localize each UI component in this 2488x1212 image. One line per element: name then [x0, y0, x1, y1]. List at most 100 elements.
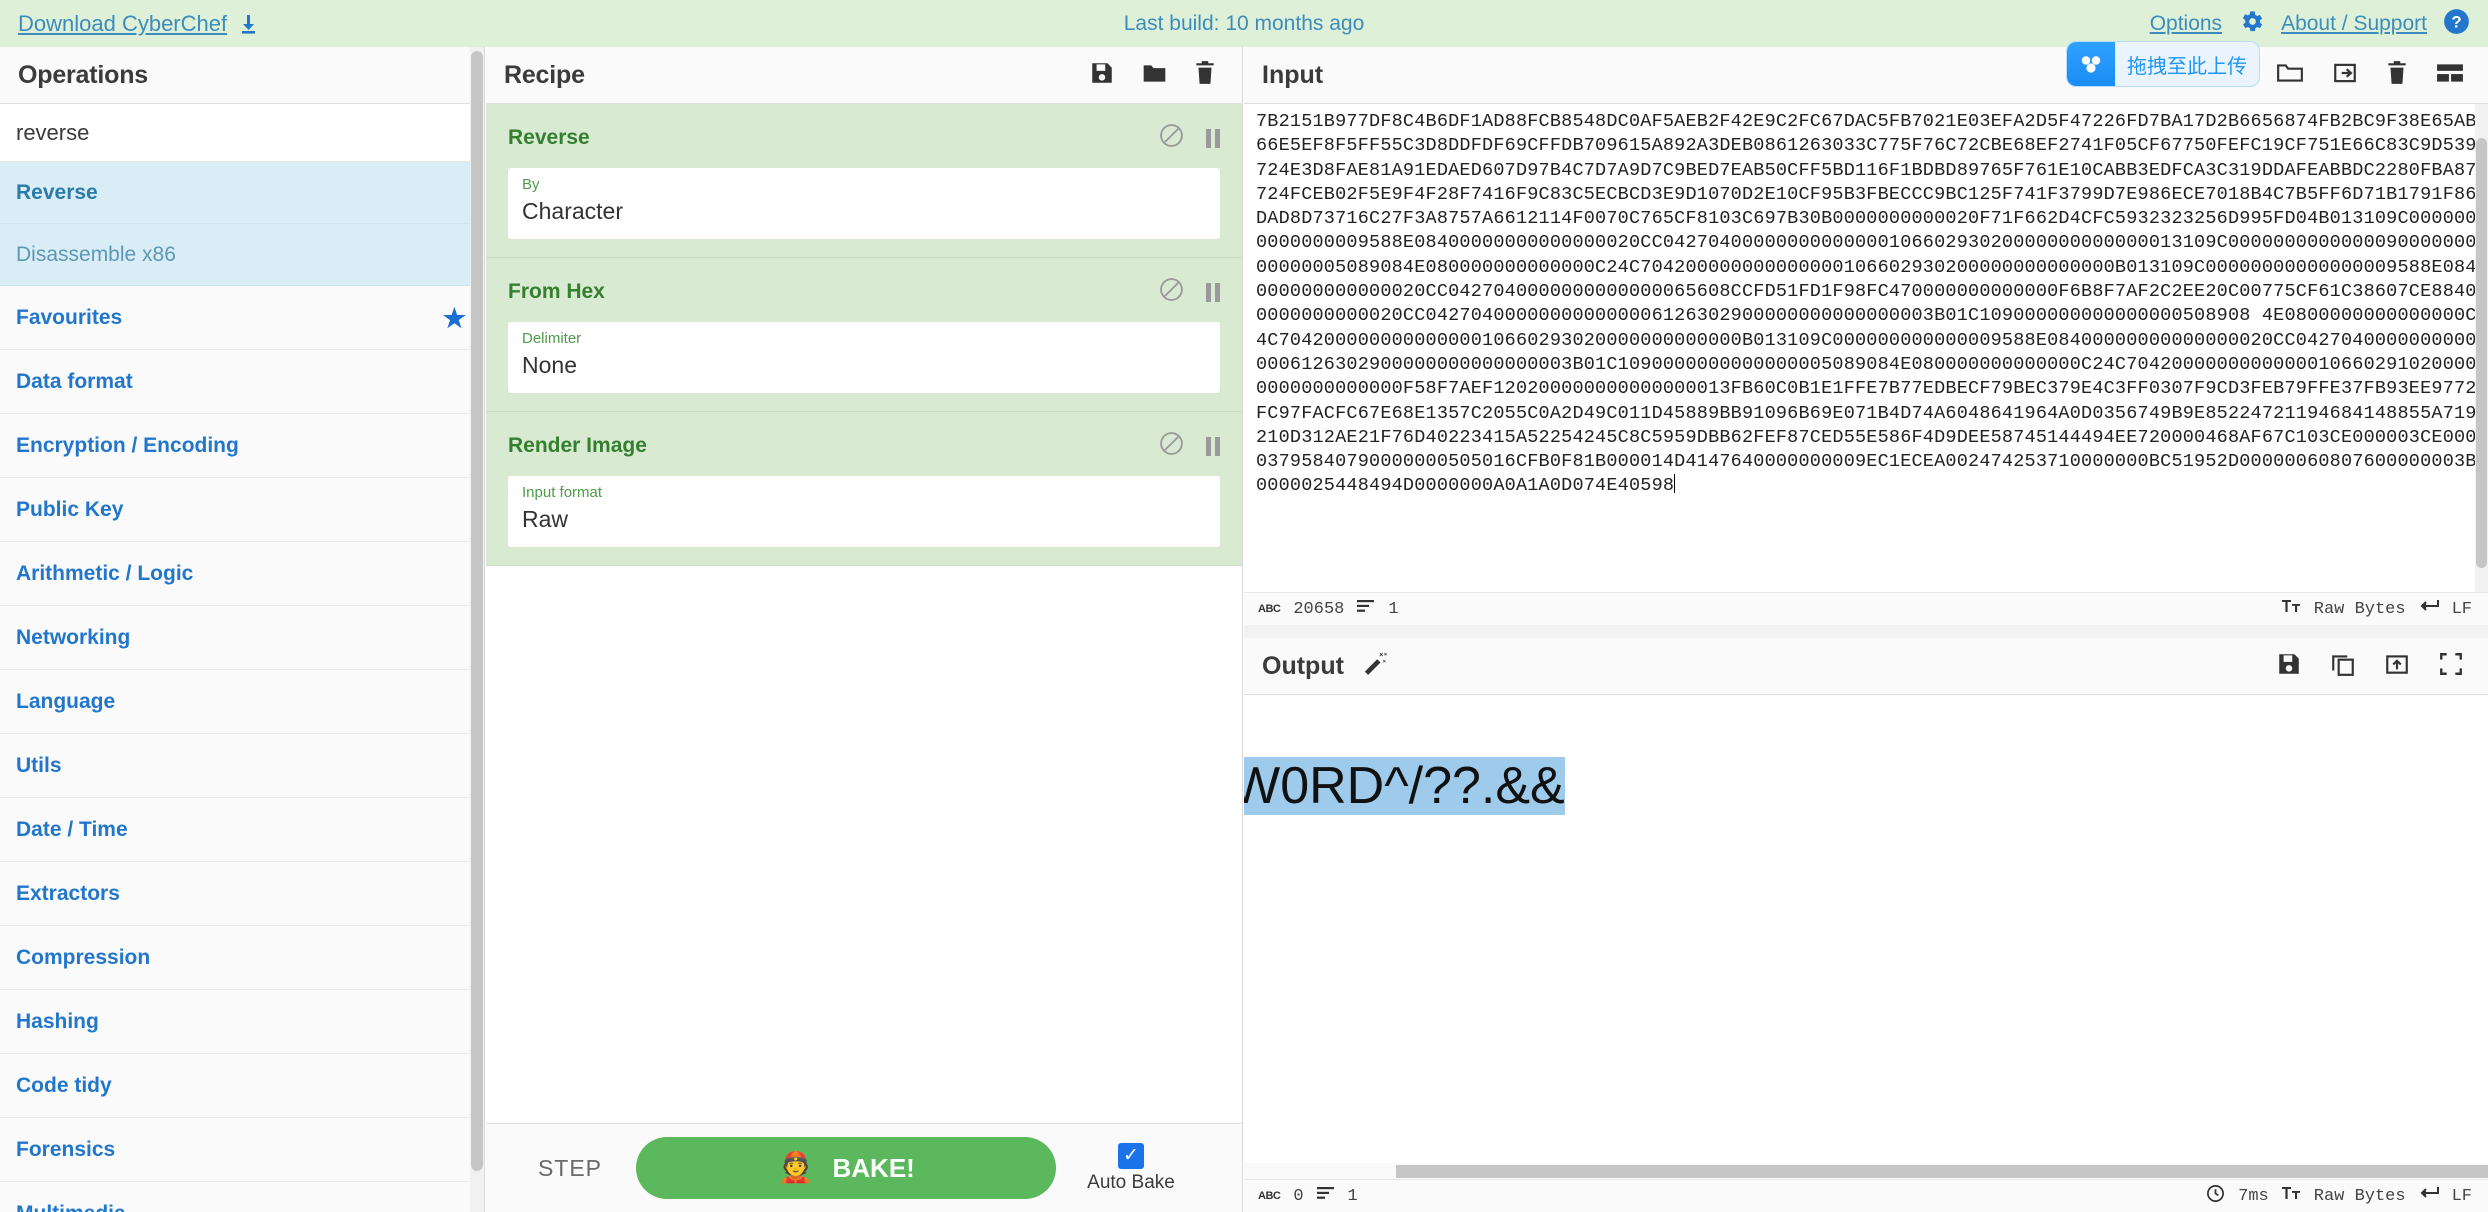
recipe-op-header: From Hex [508, 272, 1220, 312]
input-textarea[interactable]: 7B2151B977DF8C4B6DF1AD88FCB8548DC0AF5AEB… [1244, 104, 2488, 592]
input-scrollbar[interactable] [2475, 104, 2488, 592]
output-content: word:!!SUp3RP422W0RD^/??.&& [1244, 695, 2488, 817]
svg-text:?: ? [2451, 12, 2461, 31]
category-compression[interactable]: Compression [0, 926, 484, 990]
category-encryption-encoding[interactable]: Encryption / Encoding [0, 414, 484, 478]
output-charenc-value[interactable]: Raw Bytes [2314, 1187, 2406, 1206]
recipe-op-controls [1159, 123, 1220, 153]
output-status-left: ABC 0 1 [1258, 1186, 1358, 1206]
recipe-op-reverse[interactable]: Reverse By Character [486, 104, 1242, 259]
auto-bake-toggle[interactable]: ✓ Auto Bake [1056, 1142, 1206, 1194]
output-horizontal-scrollbar-thumb[interactable] [1396, 1165, 2488, 1178]
lines-icon [1316, 1186, 1335, 1206]
output-horizontal-scrollbar[interactable] [1244, 1163, 2488, 1179]
star-icon: ★ [442, 302, 466, 333]
about-support-link[interactable]: About / Support [2281, 12, 2427, 36]
step-button[interactable]: STEP [504, 1155, 636, 1182]
abc-icon: ABC [1258, 1190, 1281, 1202]
folder-icon[interactable] [1141, 60, 1168, 91]
copy-icon[interactable] [2330, 651, 2356, 682]
operation-result-disassemble-x86[interactable]: Disassemble x86 [0, 224, 484, 286]
category-multimedia[interactable]: Multimedia [0, 1182, 484, 1212]
operations-scrollbar[interactable] [470, 47, 484, 1212]
enter-arrow-icon[interactable] [2419, 599, 2439, 619]
category-public-key[interactable]: Public Key [0, 478, 484, 542]
io-splitter[interactable] [1244, 625, 2488, 643]
auto-bake-checkbox[interactable]: ✓ [1118, 1142, 1144, 1169]
search-input[interactable] [0, 119, 484, 146]
abc-icon: ABC [1258, 603, 1281, 615]
disable-circle-slash-icon[interactable] [1159, 123, 1184, 153]
category-label: Favourites [16, 305, 123, 329]
input-scrollbar-thumb[interactable] [2476, 138, 2487, 568]
category-forensics[interactable]: Forensics [0, 1118, 484, 1182]
recipe-op-controls [1159, 277, 1220, 307]
download-cyberchef-link[interactable]: Download CyberChef [18, 11, 259, 37]
category-arithmetic-logic[interactable]: Arithmetic / Logic [0, 542, 484, 606]
bake-button[interactable]: 👲 BAKE! [636, 1137, 1056, 1199]
question-circle-icon[interactable]: ? [2443, 8, 2470, 40]
category-favourites[interactable]: Favourites ★ [0, 286, 484, 350]
output-eol-value[interactable]: LF [2452, 1187, 2472, 1206]
maximise-icon[interactable] [2438, 651, 2464, 682]
category-data-format[interactable]: Data format [0, 350, 484, 414]
download-cyberchef-label: Download CyberChef [18, 10, 228, 36]
output-textarea[interactable]: word:!!SUp3RP422W0RD^/??.&& [1244, 695, 2488, 1179]
category-label: Forensics [16, 1137, 116, 1161]
enter-arrow-icon[interactable] [2419, 1186, 2439, 1206]
operations-title: Operations [18, 60, 148, 89]
folder-open-icon[interactable] [2276, 60, 2304, 91]
input-title-bar: Input 拖拽至此上传 [1244, 41, 2488, 104]
tabs-layout-icon[interactable] [2436, 60, 2464, 91]
argument-value[interactable]: Raw [522, 504, 1206, 535]
category-label: Encryption / Encoding [16, 433, 239, 457]
recipe-op-render-image[interactable]: Render Image Input format Raw [486, 412, 1242, 567]
recipe-op-title: From Hex [508, 280, 605, 304]
input-status-bar: ABC 20658 1 Raw Bytes LF [1244, 592, 2488, 625]
input-title: Input [1262, 60, 1324, 89]
font-icon[interactable] [2281, 599, 2301, 620]
operations-title-bar: Operations [0, 47, 484, 104]
magic-wand-icon[interactable]: × × × [1360, 649, 1390, 684]
category-hashing[interactable]: Hashing [0, 990, 484, 1054]
argument-value[interactable]: None [522, 350, 1206, 381]
font-icon[interactable] [2281, 1186, 2301, 1207]
save-icon[interactable] [1089, 60, 1115, 91]
recipe-op-argument[interactable]: Delimiter None [508, 322, 1220, 394]
open-folder-as-input-icon[interactable] [2332, 60, 2358, 91]
category-code-tidy[interactable]: Code tidy [0, 1054, 484, 1118]
recipe-title: Recipe [504, 60, 585, 89]
replace-input-icon[interactable] [2384, 651, 2410, 682]
output-pane: Output × × × W0RD^/??.&& ABC 0 1 7ms Raw… [1244, 638, 2488, 1212]
baidu-netdisk-upload-badge[interactable]: 拖拽至此上传 [2066, 41, 2260, 87]
category-networking[interactable]: Networking [0, 606, 484, 670]
category-language[interactable]: Language [0, 670, 484, 734]
pause-icon[interactable] [1206, 128, 1220, 148]
last-build-wrap: Last build: 10 months ago [0, 0, 2488, 47]
recipe-op-argument[interactable]: Input format Raw [508, 476, 1220, 548]
lines-icon [1357, 599, 1375, 619]
recipe-op-from-hex[interactable]: From Hex Delimiter None [486, 258, 1242, 413]
category-label: Networking [16, 625, 131, 649]
input-charenc-value[interactable]: Raw Bytes [2314, 600, 2406, 619]
operations-scrollbar-thumb[interactable] [471, 51, 483, 1171]
splitter-grip [1836, 630, 1896, 643]
save-icon[interactable] [2276, 651, 2302, 682]
category-extractors[interactable]: Extractors [0, 862, 484, 926]
operation-result-reverse[interactable]: Reverse [0, 162, 484, 224]
options-link[interactable]: Options [2150, 12, 2222, 36]
argument-value[interactable]: Character [522, 196, 1206, 227]
operations-category-list: Favourites ★ Data format Encryption / En… [0, 286, 484, 1212]
svg-text:×: × [1383, 659, 1387, 665]
trash-icon[interactable] [1194, 60, 1216, 91]
disable-circle-slash-icon[interactable] [1159, 431, 1184, 461]
category-utils[interactable]: Utils [0, 734, 484, 798]
category-date-time[interactable]: Date / Time [0, 798, 484, 862]
pause-icon[interactable] [1206, 436, 1220, 456]
gear-icon[interactable] [2238, 8, 2265, 40]
disable-circle-slash-icon[interactable] [1159, 277, 1184, 307]
trash-icon[interactable] [2386, 60, 2408, 91]
input-eol-value[interactable]: LF [2452, 600, 2472, 619]
pause-icon[interactable] [1206, 282, 1220, 302]
recipe-op-argument[interactable]: By Character [508, 168, 1220, 240]
